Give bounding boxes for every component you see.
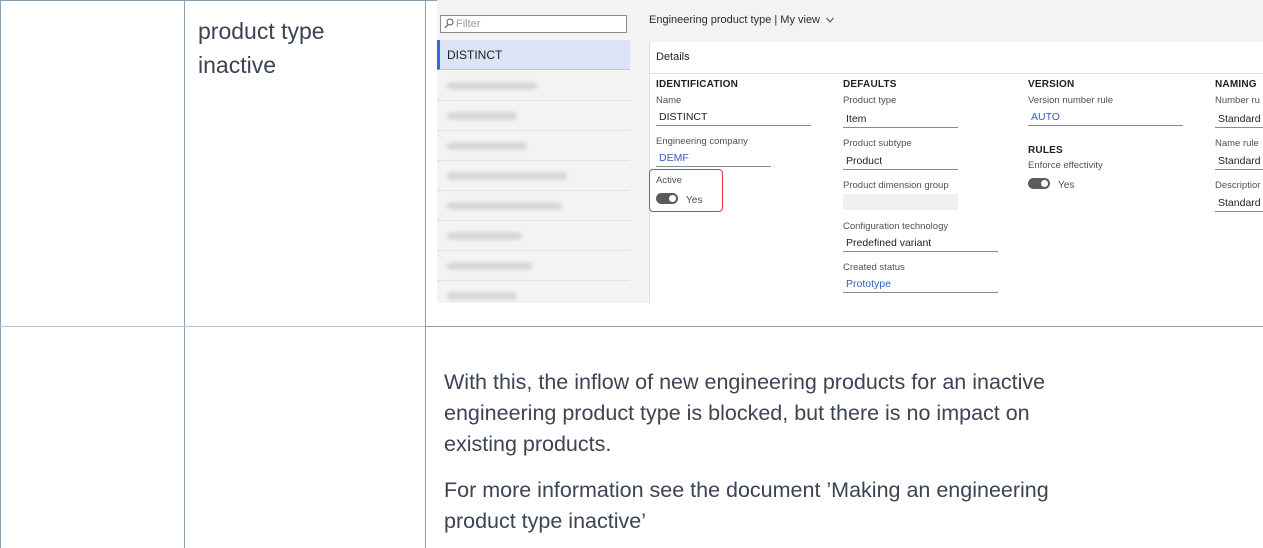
version-number-rule-field[interactable]: AUTO [1028, 110, 1183, 126]
product-subtype-label: Product subtype [843, 138, 912, 149]
page-header[interactable]: Engineering product type | My view [649, 14, 834, 26]
table-row-divider [0, 326, 425, 327]
details-panel: Details IDENTIFICATION Name DISTINCT Eng… [649, 42, 1263, 303]
name-rule-label: Name rule [1215, 138, 1259, 149]
list-item[interactable] [437, 221, 630, 251]
paragraph-more-info: For more information see the document ’M… [444, 475, 1244, 537]
product-type-label: Product type [843, 95, 897, 106]
product-type-field[interactable]: Item [843, 112, 958, 128]
table-border-left [0, 0, 1, 548]
list-item[interactable] [437, 161, 630, 191]
engineering-company-field[interactable]: DEMF [656, 151, 771, 167]
name-label: Name [656, 95, 682, 106]
cell-title: product type inactive [198, 14, 398, 82]
table-border-col2 [425, 0, 426, 548]
table-cell-divider [425, 326, 1263, 327]
active-toggle-value: Yes [686, 195, 703, 206]
cell-title-line2: inactive [198, 52, 276, 78]
list-item[interactable] [437, 101, 630, 131]
product-dimension-group-label: Product dimension group [843, 180, 949, 191]
list-item[interactable] [437, 251, 630, 281]
enforce-effectivity-label: Enforce effectivity [1028, 160, 1103, 171]
section-naming: NAMING [1215, 79, 1257, 90]
number-rule-label: Number ru [1215, 95, 1260, 106]
section-rules: RULES [1028, 145, 1063, 156]
section-identification: IDENTIFICATION [656, 79, 739, 90]
enforce-effectivity-value: Yes [1058, 180, 1075, 191]
paragraph-line: For more information see the document ’M… [444, 478, 1049, 502]
details-divider [650, 73, 1263, 74]
section-version: VERSION [1028, 79, 1075, 90]
created-status-field[interactable]: Prototype [843, 277, 998, 293]
description-label: Descriptior [1215, 180, 1261, 191]
name-field[interactable]: DISTINCT [656, 110, 811, 126]
filter-input[interactable]: Filter [440, 15, 627, 33]
name-rule-field[interactable]: Standard [1215, 154, 1263, 170]
details-title[interactable]: Details [656, 51, 690, 63]
configuration-technology-label: Configuration technology [843, 221, 949, 232]
list-item-selected[interactable]: DISTINCT [437, 40, 630, 70]
enforce-effectivity-toggle[interactable] [1028, 178, 1050, 189]
filter-placeholder: Filter [456, 18, 481, 30]
product-dimension-group-field[interactable] [843, 194, 958, 210]
engineering-company-label: Engineering company [656, 136, 748, 147]
product-subtype-field[interactable]: Product [843, 154, 958, 170]
created-status-label: Created status [843, 262, 905, 273]
list-item[interactable] [437, 281, 630, 303]
version-number-rule-label: Version number rule [1028, 95, 1114, 106]
paragraph-line: product type inactive’ [444, 509, 646, 533]
list-item-label: DISTINCT [447, 48, 503, 62]
list-item[interactable] [437, 191, 630, 221]
list-item[interactable] [437, 71, 630, 101]
description-field[interactable]: Standard [1215, 196, 1263, 212]
paragraph-line: With this, the inflow of new engineering… [444, 370, 1046, 394]
list-item[interactable] [437, 131, 630, 161]
cell-title-line1: product type [198, 18, 325, 44]
section-defaults: DEFAULTS [843, 79, 897, 90]
active-label: Active [656, 175, 682, 186]
table-border-col1 [184, 0, 185, 548]
record-list: DISTINCT [437, 40, 632, 303]
search-icon [444, 18, 454, 29]
number-rule-field[interactable]: Standard [1215, 112, 1263, 128]
embedded-screenshot: Filter DISTINCT Engineering product type… [437, 0, 1263, 303]
paragraph-line: existing products. [444, 432, 612, 456]
chevron-down-icon [826, 17, 834, 23]
active-toggle[interactable] [656, 193, 678, 204]
paragraph-line: engineering product type is blocked, but… [444, 401, 1030, 425]
page-header-text: Engineering product type | My view [649, 14, 820, 26]
configuration-technology-field[interactable]: Predefined variant [843, 236, 998, 252]
paragraph-inflow: With this, the inflow of new engineering… [444, 367, 1244, 460]
